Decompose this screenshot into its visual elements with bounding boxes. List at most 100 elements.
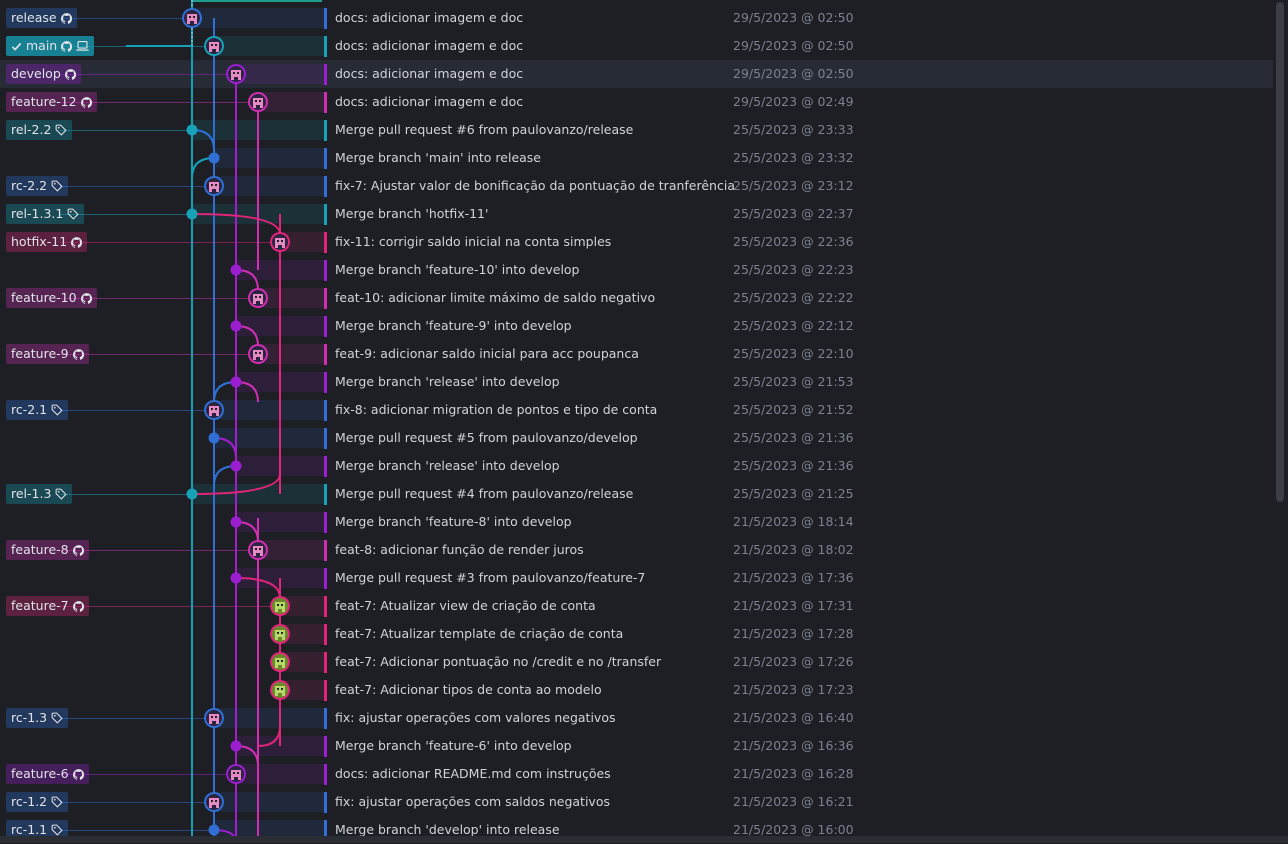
- tag-label-rc-1.3[interactable]: rc-1.3: [6, 708, 69, 728]
- commit-row[interactable]: feat-7: Adicionar pontuação no /credit e…: [0, 648, 1273, 676]
- row-accent-bar: [324, 652, 327, 673]
- ref-name: main: [26, 38, 58, 53]
- tag-label-rel-2.2[interactable]: rel-2.2: [6, 120, 73, 140]
- ref-name: rc-1.2: [11, 794, 48, 809]
- row-accent-bar: [324, 764, 327, 785]
- row-accent-bar: [324, 400, 327, 421]
- commit-row[interactable]: rc-2.2 fix-7: Ajustar valor de bonificaçã…: [0, 172, 1273, 200]
- commit-row[interactable]: feat-7: Adicionar tipos de conta ao mode…: [0, 676, 1273, 704]
- tag-label-rc-1.2[interactable]: rc-1.2: [6, 792, 69, 812]
- commit-date: 21/5/2023 @ 18:14: [733, 514, 854, 529]
- branch-label-feature-12[interactable]: feature-12: [6, 92, 97, 112]
- tag-icon: [67, 208, 79, 220]
- branch-label-main[interactable]: main: [6, 36, 95, 56]
- row-graph-highlight: [236, 316, 324, 336]
- commit-row[interactable]: Merge pull request #3 from paulovanzo/fe…: [0, 564, 1273, 592]
- commit-row[interactable]: Merge branch 'feature-9' into develop 25/…: [0, 312, 1273, 340]
- commit-row[interactable]: Merge branch 'feature-10' into develop 25…: [0, 256, 1273, 284]
- ref-connector-line: [60, 186, 214, 187]
- commit-row[interactable]: develop docs: adicionar imagem e doc 29/5/…: [0, 60, 1273, 88]
- branch-label-release[interactable]: release: [6, 8, 77, 28]
- tag-label-rc-2.2[interactable]: rc-2.2: [6, 176, 69, 196]
- row-accent-bar: [324, 204, 327, 225]
- row-accent-bar: [324, 64, 327, 85]
- commit-date: 25/5/2023 @ 21:53: [733, 374, 854, 389]
- commit-row[interactable]: feature-10 feat-10: adicionar limite máxi…: [0, 284, 1273, 312]
- tag-label-rc-2.1[interactable]: rc-2.1: [6, 400, 69, 420]
- ref-connector-line: [60, 242, 280, 243]
- branch-label-feature-9[interactable]: feature-9: [6, 344, 89, 364]
- branch-label-feature-6[interactable]: feature-6: [6, 764, 89, 784]
- commit-date: 29/5/2023 @ 02:49: [733, 94, 854, 109]
- tag-icon: [51, 824, 63, 836]
- tag-icon: [51, 404, 63, 416]
- ref-connector-line: [60, 802, 214, 803]
- commit-message: Merge branch 'hotfix-11': [335, 206, 489, 221]
- commit-row[interactable]: feature-8 feat-8: adicionar função de ren…: [0, 536, 1273, 564]
- row-accent-bar: [324, 484, 327, 505]
- branch-label-hotfix-11[interactable]: hotfix-11: [6, 232, 88, 252]
- commit-row[interactable]: feature-7 feat-7: Atualizar view de criaç…: [0, 592, 1273, 620]
- row-graph-highlight: [280, 680, 324, 700]
- row-graph-highlight: [192, 8, 324, 28]
- row-graph-highlight: [214, 400, 324, 420]
- ref-connector-line: [60, 18, 192, 19]
- row-graph-highlight: [258, 288, 324, 308]
- commit-date: 25/5/2023 @ 22:37: [733, 206, 854, 221]
- check-icon: [11, 41, 22, 52]
- row-accent-bar: [324, 792, 327, 813]
- vertical-scrollbar[interactable]: [1273, 0, 1288, 843]
- github-icon: [72, 600, 84, 612]
- row-accent-bar: [324, 288, 327, 309]
- row-graph-highlight: [280, 624, 324, 644]
- commit-row[interactable]: Merge branch 'main' into release 25/5/202…: [0, 144, 1273, 172]
- github-icon: [64, 68, 76, 80]
- commit-date: 25/5/2023 @ 22:10: [733, 346, 854, 361]
- commit-row[interactable]: main docs: adicionar imagem e doc 29/5/202…: [0, 32, 1273, 60]
- branch-label-feature-8[interactable]: feature-8: [6, 540, 89, 560]
- row-accent-bar: [324, 708, 327, 729]
- commit-row[interactable]: Merge branch 'release' into develop 25/5/…: [0, 452, 1273, 480]
- commit-row[interactable]: rel-1.3.1 Merge branch 'hotfix-11' 25/5/20…: [0, 200, 1273, 228]
- commit-row[interactable]: hotfix-11 fix-11: corrigir saldo inicial …: [0, 228, 1273, 256]
- row-graph-highlight: [214, 36, 324, 56]
- commit-row[interactable]: Merge branch 'release' into develop 25/5/…: [0, 368, 1273, 396]
- github-icon: [61, 40, 73, 52]
- commit-message: feat-7: Atualizar template de criação de…: [335, 626, 624, 641]
- commit-row[interactable]: rc-2.1 fix-8: adicionar migration de pont…: [0, 396, 1273, 424]
- commit-row[interactable]: rel-1.3 Merge pull request #4 from paulov…: [0, 480, 1273, 508]
- tag-label-rel-1.3.1[interactable]: rel-1.3.1: [6, 204, 85, 224]
- commit-row[interactable]: feature-12 docs: adicionar imagem e doc 29…: [0, 88, 1273, 116]
- commit-row[interactable]: feat-7: Atualizar template de criação de…: [0, 620, 1273, 648]
- commit-message: Merge pull request #6 from paulovanzo/re…: [335, 122, 634, 137]
- commit-row[interactable]: Merge pull request #5 from paulovanzo/de…: [0, 424, 1273, 452]
- row-accent-bar: [324, 456, 327, 477]
- row-graph-highlight: [236, 736, 324, 756]
- commit-row[interactable]: rel-2.2 Merge pull request #6 from paulov…: [0, 116, 1273, 144]
- commit-date: 21/5/2023 @ 16:21: [733, 794, 854, 809]
- tag-icon: [51, 712, 63, 724]
- commit-row[interactable]: rc-1.2 fix: ajustar operações com saldos …: [0, 788, 1273, 816]
- row-accent-bar: [324, 736, 327, 757]
- commit-row[interactable]: feature-6 docs: adicionar README.md com i…: [0, 760, 1273, 788]
- branch-label-develop[interactable]: develop: [6, 64, 81, 84]
- commit-row[interactable]: Merge branch 'feature-6' into develop 21/…: [0, 732, 1273, 760]
- branch-label-feature-10[interactable]: feature-10: [6, 288, 97, 308]
- commit-row[interactable]: feature-9 feat-9: adicionar saldo inicial…: [0, 340, 1273, 368]
- ref-name: rc-1.3: [11, 710, 48, 725]
- commit-row[interactable]: rc-1.3 fix: ajustar operações com valores…: [0, 704, 1273, 732]
- commit-message: Merge branch 'release' into develop: [335, 458, 560, 473]
- row-graph-highlight: [214, 428, 324, 448]
- commit-message: Merge branch 'feature-9' into develop: [335, 318, 572, 333]
- horizontal-scrollbar[interactable]: [0, 836, 1288, 843]
- commit-row[interactable]: Merge branch 'feature-8' into develop 21/…: [0, 508, 1273, 536]
- row-graph-highlight: [214, 148, 324, 168]
- commit-row[interactable]: release docs: adicionar imagem e doc 29/5/…: [0, 4, 1273, 32]
- row-accent-bar: [324, 148, 327, 169]
- commit-message: fix-11: corrigir saldo inicial na conta …: [335, 234, 612, 249]
- commit-message: Merge pull request #3 from paulovanzo/fe…: [335, 570, 646, 585]
- commit-date: 21/5/2023 @ 17:31: [733, 598, 854, 613]
- tag-label-rel-1.3[interactable]: rel-1.3: [6, 484, 73, 504]
- scrollbar-thumb[interactable]: [1276, 2, 1284, 502]
- branch-label-feature-7[interactable]: feature-7: [6, 596, 89, 616]
